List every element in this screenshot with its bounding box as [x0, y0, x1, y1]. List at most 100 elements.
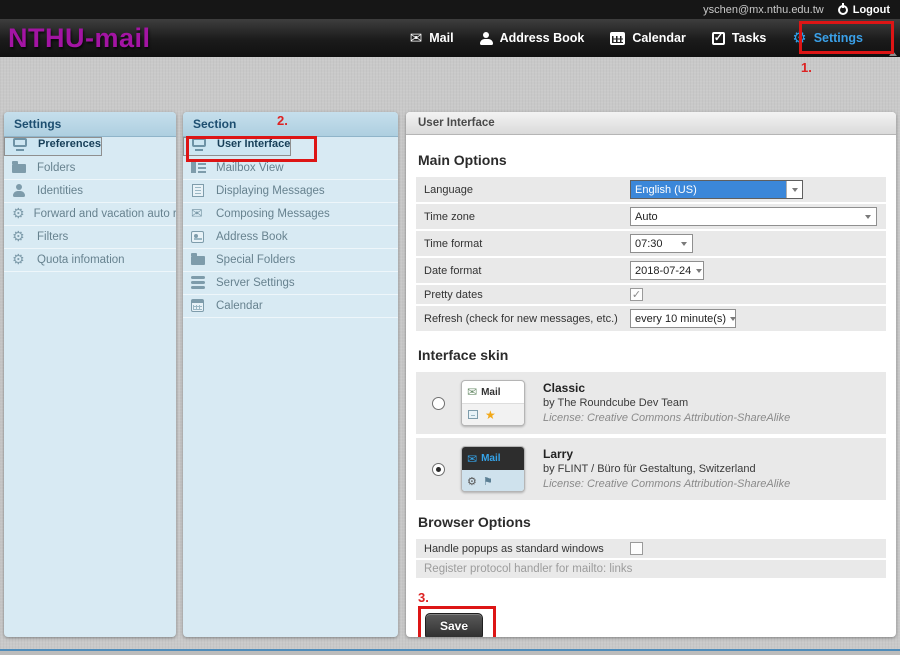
settings-item-identities[interactable]: Identities — [4, 180, 176, 203]
gear-icon: ⚙ — [12, 230, 28, 244]
settings-panel: Settings Preferences Folders Identities … — [4, 112, 176, 637]
app-header: NTHU-mail ✉ Mail Address Book Calendar ✓… — [0, 19, 900, 57]
language-value: English (US) — [631, 181, 786, 198]
monitor-icon — [13, 138, 29, 152]
section-panel-title: Section — [183, 112, 398, 137]
skin-option-classic[interactable]: ✉ Mail ★ Classic by The Roundcube Dev Te… — [416, 372, 886, 434]
settings-item-preferences[interactable]: Preferences — [4, 137, 102, 156]
nav-settings-label: Settings — [814, 31, 863, 45]
time-format-select[interactable]: 07:30 — [630, 234, 693, 253]
item-label: Address Book — [216, 231, 288, 243]
language-select[interactable]: English (US) — [630, 180, 803, 199]
collapse-arrow-icon[interactable] — [889, 51, 897, 56]
folder-icon — [12, 161, 28, 175]
pretty-dates-checkbox[interactable]: ✓ — [630, 288, 643, 301]
compose-mail-icon: ✉ — [191, 207, 207, 221]
calendar-icon — [610, 32, 625, 45]
save-zone: 3. Save — [418, 590, 886, 637]
date-format-value: 2018-07-24 — [631, 262, 695, 279]
save-button[interactable]: Save — [425, 613, 483, 637]
thumb-label: Mail — [481, 453, 500, 464]
item-label: Calendar — [216, 300, 263, 312]
mailto-handler-link[interactable]: Register protocol handler for mailto: li… — [424, 563, 632, 575]
item-label: Displaying Messages — [216, 185, 325, 197]
refresh-select[interactable]: every 10 minute(s) — [630, 309, 736, 328]
timezone-value: Auto — [631, 208, 860, 225]
row-pretty-dates: Pretty dates ✓ — [416, 285, 886, 304]
classic-skin-name: Classic — [543, 380, 790, 396]
section-item-user-interface[interactable]: User Interface — [183, 137, 291, 156]
mail-icon: ✉ — [467, 385, 477, 399]
item-label: Folders — [37, 162, 75, 174]
larry-skin-name: Larry — [543, 446, 790, 462]
section-item-special-folders[interactable]: Special Folders — [183, 249, 398, 272]
item-label: Preferences — [38, 138, 101, 155]
time-format-label: Time format — [424, 238, 630, 250]
nav-address-book-label: Address Book — [500, 31, 585, 45]
annotation-box-save: Save — [418, 606, 496, 637]
settings-list: Preferences Folders Identities ⚙ Forward… — [4, 137, 176, 272]
gear-icon: ⚙ — [467, 475, 477, 488]
folder-icon — [191, 253, 207, 267]
nav-address-book[interactable]: Address Book — [467, 19, 598, 57]
popups-checkbox[interactable] — [630, 542, 643, 555]
refresh-value: every 10 minute(s) — [631, 310, 730, 327]
server-icon — [191, 276, 207, 290]
flag-icon: ⚑ — [483, 475, 493, 488]
item-label: Special Folders — [216, 254, 295, 266]
content-body: Main Options Language English (US) Time … — [406, 136, 896, 637]
logout-button[interactable]: Logout — [838, 4, 890, 16]
classic-radio[interactable] — [432, 397, 445, 410]
main-nav: ✉ Mail Address Book Calendar ✓ Tasks ⚙ S… — [397, 19, 900, 57]
settings-item-forward-vacation[interactable]: ⚙ Forward and vacation auto re — [4, 203, 176, 226]
timezone-select[interactable]: Auto — [630, 207, 877, 226]
section-item-displaying-messages[interactable]: Displaying Messages — [183, 180, 398, 203]
logout-label: Logout — [853, 4, 890, 16]
date-format-label: Date format — [424, 265, 630, 277]
contact-card-icon — [191, 230, 207, 244]
date-format-select[interactable]: 2018-07-24 — [630, 261, 704, 280]
gear-icon: ⚙ — [12, 207, 25, 221]
bottom-edge — [0, 651, 900, 655]
person-icon — [12, 184, 28, 198]
settings-item-filters[interactable]: ⚙ Filters — [4, 226, 176, 249]
settings-item-folders[interactable]: Folders — [4, 157, 176, 180]
row-popups: Handle popups as standard windows — [416, 539, 886, 558]
settings-item-quota[interactable]: ⚙ Quota infomation — [4, 249, 176, 272]
section-item-composing-messages[interactable]: ✉ Composing Messages — [183, 203, 398, 226]
nav-calendar-label: Calendar — [632, 31, 686, 45]
section-item-server-settings[interactable]: Server Settings — [183, 272, 398, 295]
refresh-label: Refresh (check for new messages, etc.) — [424, 313, 630, 325]
mail-icon: ✉ — [467, 452, 477, 466]
chevron-down-icon — [676, 235, 692, 252]
larry-radio[interactable] — [432, 463, 445, 476]
item-label: Filters — [37, 231, 68, 243]
calendar-icon — [191, 299, 207, 313]
content-title: User Interface — [406, 112, 896, 135]
chevron-down-icon — [730, 310, 736, 327]
document-icon — [191, 184, 207, 198]
section-item-address-book[interactable]: Address Book — [183, 226, 398, 249]
timezone-label: Time zone — [424, 211, 630, 223]
row-timezone: Time zone Auto — [416, 204, 886, 229]
row-language: Language English (US) — [416, 177, 886, 202]
row-refresh: Refresh (check for new messages, etc.) e… — [416, 306, 886, 331]
language-label: Language — [424, 184, 630, 196]
section-panel: Section User Interface Mailbox View Disp… — [183, 112, 398, 637]
user-email: yschen@mx.nthu.edu.tw — [703, 4, 824, 16]
section-item-calendar[interactable]: Calendar — [183, 295, 398, 318]
skin-option-larry[interactable]: ✉ Mail ⚙ ⚑ Larry by FLINT / Büro für Ges… — [416, 438, 886, 500]
classic-skin-author: by The Roundcube Dev Team — [543, 396, 790, 411]
section-item-mailbox-view[interactable]: Mailbox View — [183, 157, 398, 180]
interface-skin-heading: Interface skin — [418, 347, 886, 363]
columns-icon — [191, 161, 207, 175]
nav-calendar[interactable]: Calendar — [597, 19, 699, 57]
document-icon — [467, 408, 479, 422]
nav-tasks-label: Tasks — [732, 31, 767, 45]
row-date-format: Date format 2018-07-24 — [416, 258, 886, 283]
nav-settings[interactable]: ⚙ Settings — [779, 19, 876, 57]
nav-mail[interactable]: ✉ Mail — [397, 19, 467, 57]
row-mailto-handler: Register protocol handler for mailto: li… — [416, 560, 886, 578]
nav-tasks[interactable]: ✓ Tasks — [699, 19, 780, 57]
item-label: Quota infomation — [37, 254, 125, 266]
